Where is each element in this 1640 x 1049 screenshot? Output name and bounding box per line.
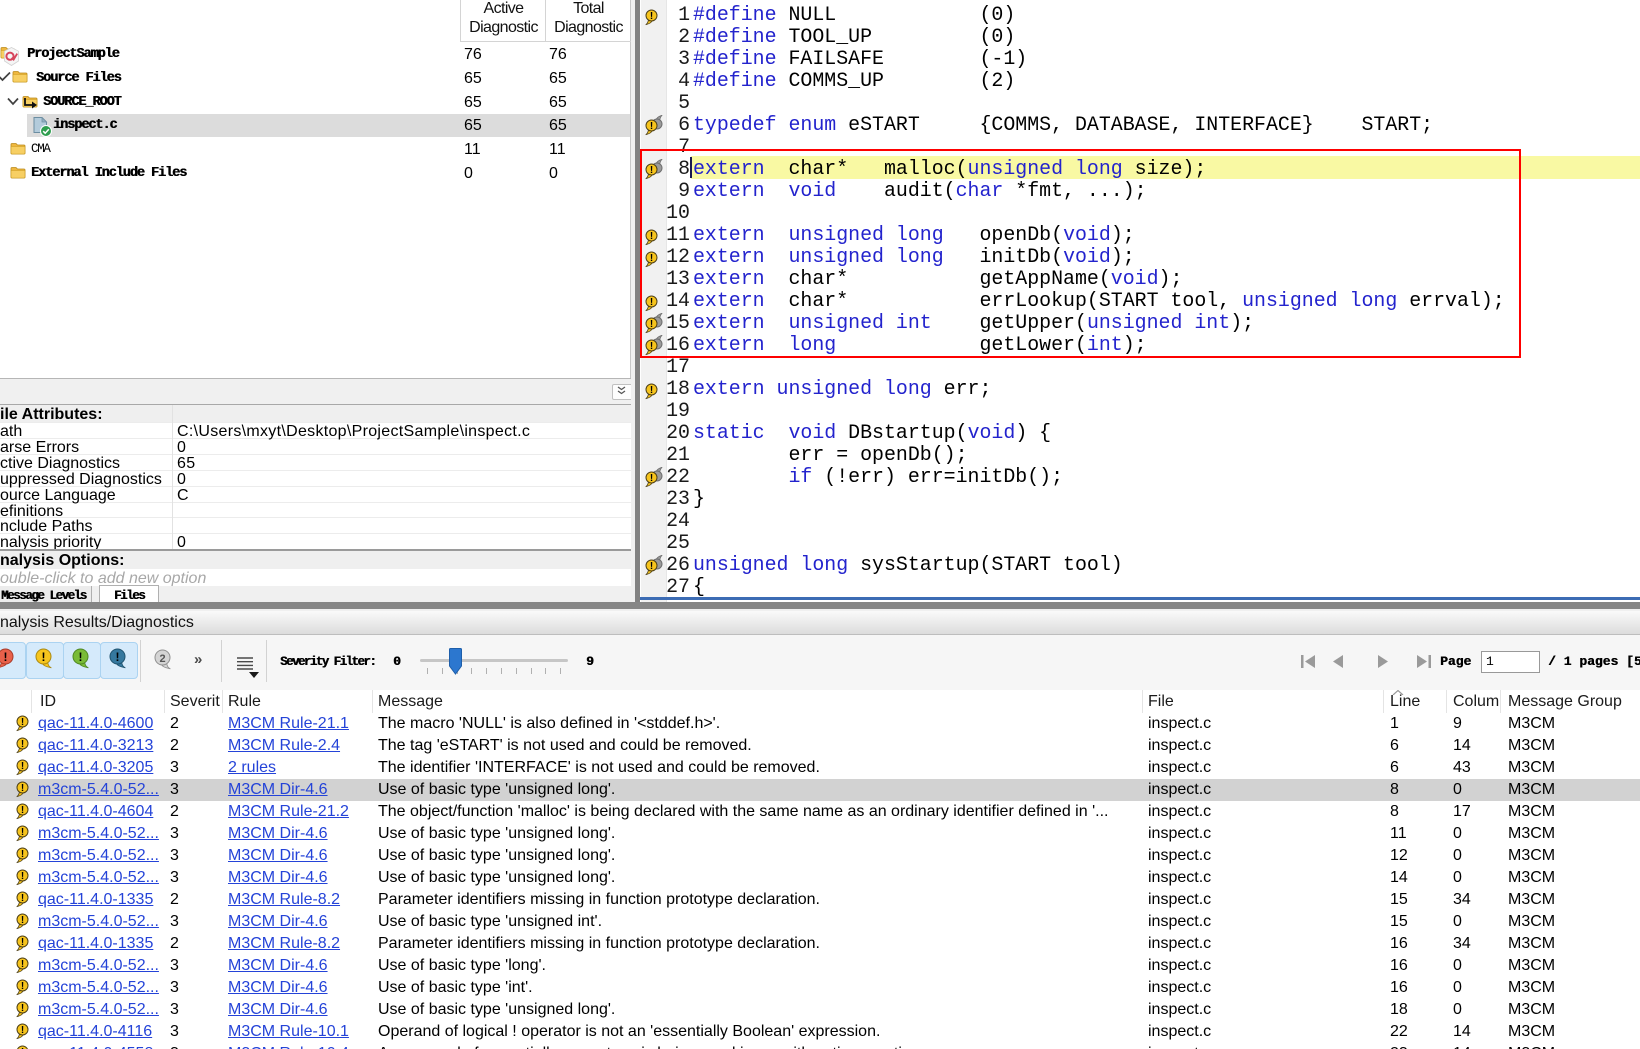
svg-text:!: ! (21, 1025, 24, 1036)
svg-text:!: ! (42, 650, 46, 664)
svg-text:2: 2 (159, 653, 165, 665)
svg-text:!: ! (79, 650, 83, 664)
svg-text:!: ! (21, 915, 24, 926)
svg-text:!: ! (21, 717, 24, 728)
svg-text:!: ! (116, 650, 120, 664)
svg-text:!: ! (21, 871, 24, 882)
svg-text:!: ! (21, 761, 24, 772)
svg-text:!: ! (21, 1003, 24, 1014)
svg-text:!: ! (21, 739, 24, 750)
svg-text:!: ! (4, 650, 8, 664)
svg-text:!: ! (21, 893, 24, 904)
svg-text:!: ! (21, 783, 24, 794)
svg-text:!: ! (650, 11, 653, 22)
svg-text:!: ! (650, 473, 653, 484)
svg-text:!: ! (21, 805, 24, 816)
svg-text:!: ! (21, 827, 24, 838)
svg-text:!: ! (650, 561, 653, 572)
svg-text:!: ! (21, 959, 24, 970)
svg-text:!: ! (650, 121, 653, 132)
svg-text:!: ! (650, 385, 653, 396)
svg-text:!: ! (21, 981, 24, 992)
svg-text:!: ! (21, 849, 24, 860)
svg-text:!: ! (21, 937, 24, 948)
